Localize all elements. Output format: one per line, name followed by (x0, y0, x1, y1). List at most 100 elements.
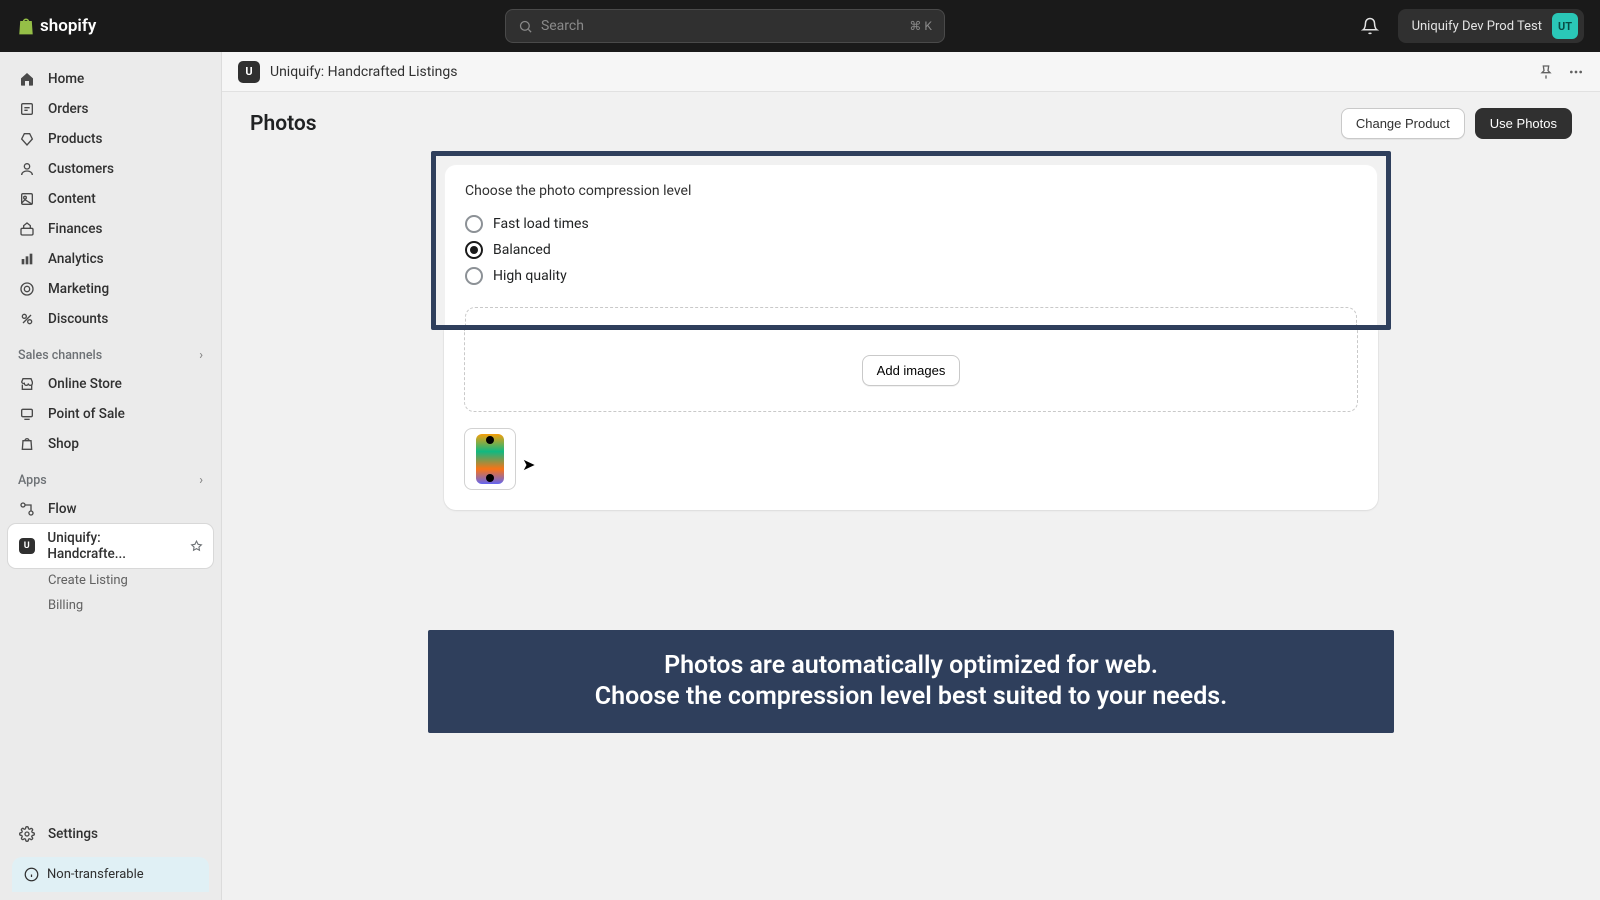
orders-icon (18, 100, 36, 118)
section-apps[interactable]: Apps › (8, 459, 213, 494)
nav-create-listing[interactable]: Create Listing (8, 568, 213, 593)
notifications-button[interactable] (1354, 10, 1386, 42)
add-images-button[interactable]: Add images (862, 355, 961, 386)
nav-customers[interactable]: Customers (8, 154, 213, 184)
nav-shop[interactable]: Shop (8, 429, 213, 459)
radio-high[interactable]: High quality (465, 263, 1357, 289)
nav-label: Content (48, 191, 96, 207)
search-icon (518, 19, 533, 34)
page-header: Photos Change Product Use Photos (222, 92, 1600, 151)
products-icon (18, 130, 36, 148)
photos-card: Choose the photo compression level Fast … (444, 164, 1378, 325)
image-dropzone[interactable]: Add images (464, 330, 1358, 412)
thumbnail[interactable] (464, 428, 516, 490)
section-label: Sales channels (18, 348, 102, 363)
thumbnails: ➤ (464, 428, 1358, 490)
discounts-icon (18, 310, 36, 328)
nav-label: Flow (48, 501, 77, 517)
search-input[interactable]: Search ⌘ K (505, 9, 945, 43)
banner-line2: Choose the compression level best suited… (452, 681, 1370, 712)
nav-billing[interactable]: Billing (8, 593, 213, 618)
page-title: Photos (250, 112, 317, 136)
finances-icon (18, 220, 36, 238)
sidebar: Home Orders Products Customers Content F… (0, 52, 222, 900)
more-icon[interactable] (1568, 64, 1584, 80)
nav-settings[interactable]: Settings (8, 819, 213, 849)
search-placeholder: Search (541, 18, 901, 34)
content: Choose the photo compression level Fast … (222, 151, 1600, 757)
nav-label: Products (48, 131, 102, 147)
page-buttons: Change Product Use Photos (1341, 108, 1572, 139)
brand-text: shopify (40, 16, 96, 36)
nav-pos[interactable]: Point of Sale (8, 399, 213, 429)
search-shortcut: ⌘ K (909, 19, 932, 33)
chevron-right-icon: › (199, 348, 203, 363)
cursor-icon: ➤ (522, 455, 535, 474)
nav-discounts[interactable]: Discounts (8, 304, 213, 334)
radio-balanced[interactable]: Balanced (465, 237, 1357, 263)
topbar-left: shopify (16, 15, 96, 37)
nav-label: Customers (48, 161, 114, 177)
nav-label: Point of Sale (48, 406, 125, 422)
dropzone-top-slice (465, 307, 1357, 325)
avatar: UT (1552, 13, 1578, 39)
info-icon (24, 867, 39, 882)
nav-flow[interactable]: Flow (8, 494, 213, 524)
pin-icon[interactable] (190, 540, 203, 553)
chevron-right-icon: › (199, 473, 203, 488)
home-icon (18, 70, 36, 88)
info-banner: Photos are automatically optimized for w… (428, 630, 1394, 733)
use-photos-button[interactable]: Use Photos (1475, 108, 1572, 139)
online-store-icon (18, 375, 36, 393)
highlight-frame: Choose the photo compression level Fast … (431, 151, 1391, 330)
nav-content[interactable]: Content (8, 184, 213, 214)
nav-label: Online Store (48, 376, 122, 392)
app-header-title: Uniquify: Handcrafted Listings (270, 64, 458, 80)
non-transferable-badge[interactable]: Non-transferable (12, 857, 209, 892)
store-name: Uniquify Dev Prod Test (1412, 19, 1542, 34)
topbar-center: Search ⌘ K (96, 9, 1353, 43)
section-label: Apps (18, 473, 47, 488)
app-header-actions (1538, 64, 1584, 80)
card-wrap: Choose the photo compression level Fast … (431, 151, 1391, 510)
nav-products[interactable]: Products (8, 124, 213, 154)
radio-icon (465, 241, 483, 259)
app-header-icon: U (238, 61, 260, 83)
nav-label: Settings (48, 826, 98, 842)
banner-line1: Photos are automatically optimized for w… (452, 650, 1370, 681)
nav-home[interactable]: Home (8, 64, 213, 94)
nav-analytics[interactable]: Analytics (8, 244, 213, 274)
analytics-icon (18, 250, 36, 268)
shell: Home Orders Products Customers Content F… (0, 52, 1600, 900)
pin-app-icon[interactable] (1538, 64, 1554, 80)
radio-label: Balanced (493, 242, 551, 258)
gear-icon (18, 825, 36, 843)
app-header: U Uniquify: Handcrafted Listings (222, 52, 1600, 92)
change-product-button[interactable]: Change Product (1341, 108, 1465, 139)
nav-finances[interactable]: Finances (8, 214, 213, 244)
marketing-icon (18, 280, 36, 298)
photos-card-continued: Add images ➤ (444, 330, 1378, 510)
nav-online-store[interactable]: Online Store (8, 369, 213, 399)
section-sales-channels[interactable]: Sales channels › (8, 334, 213, 369)
nav-label: Marketing (48, 281, 109, 297)
nav-label: Orders (48, 101, 89, 117)
main: U Uniquify: Handcrafted Listings Photos … (222, 52, 1600, 900)
app-icon: U (18, 537, 35, 555)
thumbnail-image (476, 434, 504, 484)
nav-label: Discounts (48, 311, 108, 327)
store-switcher[interactable]: Uniquify Dev Prod Test UT (1398, 9, 1584, 43)
bell-icon (1361, 17, 1379, 35)
nav-marketing[interactable]: Marketing (8, 274, 213, 304)
nav-label: Shop (48, 436, 79, 452)
badge-text: Non-transferable (47, 867, 144, 882)
shopify-logo[interactable]: shopify (16, 15, 96, 37)
topbar: shopify Search ⌘ K Uniquify Dev Prod Tes… (0, 0, 1600, 52)
radio-fast[interactable]: Fast load times (465, 211, 1357, 237)
radio-label: Fast load times (493, 216, 589, 232)
nav-label: Home (48, 71, 84, 87)
nav-label: Uniquify: Handcrafte... (47, 530, 178, 562)
nav-uniquify-app[interactable]: U Uniquify: Handcrafte... (8, 524, 213, 568)
sidebar-bottom: Settings Non-transferable (8, 819, 213, 900)
nav-orders[interactable]: Orders (8, 94, 213, 124)
